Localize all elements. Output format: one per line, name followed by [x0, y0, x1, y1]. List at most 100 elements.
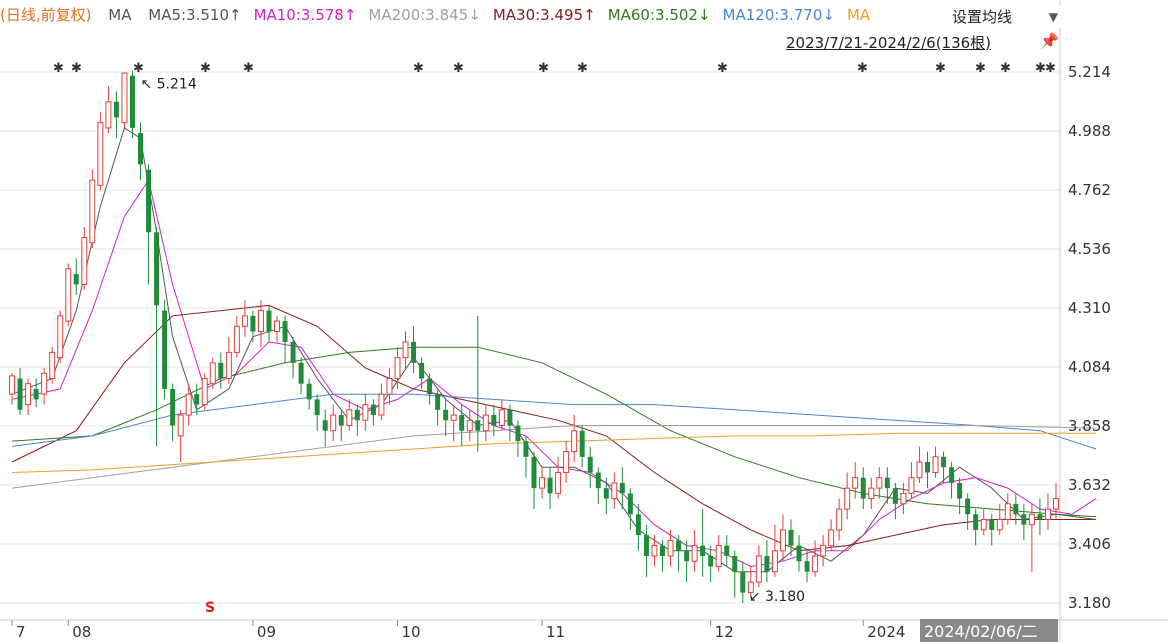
period-label: (日线,前复权): [0, 6, 92, 24]
candle-body: [844, 487, 851, 510]
candle: [996, 503, 1003, 536]
ma-line-ma10: [11, 178, 1097, 568]
candle: [579, 425, 585, 468]
candle: [844, 472, 851, 520]
candle-body: [1052, 498, 1059, 510]
candle-body: [812, 555, 819, 573]
candle: [595, 467, 601, 504]
candles: [9, 70, 1059, 603]
candle-body: [194, 394, 200, 405]
candle: [314, 394, 320, 431]
candle: [779, 514, 786, 562]
candle: [523, 435, 529, 478]
candle-body: [81, 237, 88, 286]
candle-body: [1028, 513, 1035, 526]
candle: [257, 300, 264, 348]
candle: [49, 347, 56, 384]
x-tick-label: 2024: [867, 623, 905, 641]
low-annotation: ↙ 3.180: [749, 589, 805, 605]
candle-body: [322, 420, 328, 431]
candle-body: [531, 456, 537, 489]
candle: [427, 373, 433, 405]
x-tick-label: 11: [546, 623, 565, 641]
candle: [322, 409, 328, 447]
candle-body: [764, 556, 770, 572]
candle: [667, 529, 674, 567]
candle-body: [708, 556, 714, 567]
candle: [89, 169, 96, 248]
candle: [129, 70, 135, 139]
candle: [755, 545, 762, 588]
event-marker-icon: ✱: [413, 61, 424, 76]
candle-body: [378, 393, 385, 416]
candle: [1037, 498, 1043, 536]
candle-body: [57, 315, 64, 359]
event-marker-icon: ✱: [857, 61, 868, 76]
candle-body: [49, 351, 56, 379]
candle: [218, 352, 224, 389]
candle-body: [250, 315, 256, 332]
candle-body: [1004, 503, 1011, 520]
candle-body: [17, 378, 23, 410]
candle-body: [715, 545, 722, 567]
candle-body: [868, 487, 875, 500]
candle-body: [362, 404, 369, 421]
candle-body: [33, 388, 39, 400]
candle: [619, 467, 625, 510]
candle-body: [346, 409, 353, 426]
candle-body: [491, 415, 497, 426]
candle-body: [820, 545, 827, 557]
candle: [419, 357, 425, 389]
candle-body: [459, 415, 465, 431]
candle: [298, 357, 304, 395]
candle-body: [154, 232, 160, 306]
candle-body: [684, 550, 690, 562]
candle-body: [170, 388, 176, 426]
candle: [547, 467, 553, 510]
candle: [435, 388, 441, 426]
candle-body: [996, 518, 1003, 531]
candle: [539, 467, 546, 499]
candle-body: [443, 409, 449, 421]
candle-body: [908, 477, 915, 494]
candle-body: [129, 75, 135, 128]
candle-body: [427, 378, 433, 395]
candle: [740, 561, 746, 603]
candle: [771, 524, 778, 577]
candle-body: [73, 274, 79, 285]
event-marker-icon: ✱: [453, 61, 464, 76]
candle-body: [691, 545, 698, 562]
candle-body: [9, 375, 16, 395]
candle: [57, 310, 64, 363]
candle-body: [900, 492, 907, 505]
candle-body: [611, 482, 618, 500]
ma-settings-dropdown[interactable]: 设置均线 ▼: [952, 6, 1062, 28]
legend-item: MA5:3.510↑: [148, 6, 242, 24]
candle: [531, 451, 537, 510]
date-range: 2023/7/21-2024/2/6(136根): [786, 34, 992, 52]
candle-body: [965, 498, 971, 515]
candle: [651, 535, 658, 567]
candle-body: [973, 514, 979, 530]
candle-body: [162, 310, 168, 389]
candle-body: [941, 456, 947, 468]
candle-body: [804, 561, 810, 572]
candle-body: [402, 341, 409, 359]
candle: [603, 477, 609, 515]
candle-body: [949, 467, 955, 483]
candle-body: [980, 518, 987, 531]
pin-icon[interactable]: 📌: [1040, 32, 1059, 50]
x-tick-label: 08: [72, 623, 91, 641]
candle: [274, 315, 281, 342]
candle-body: [330, 414, 337, 432]
candle: [691, 529, 698, 572]
candle: [507, 404, 513, 442]
y-tick-label: 4.310: [1068, 299, 1111, 317]
candle: [684, 540, 690, 583]
candle-body: [587, 456, 593, 473]
candle-body: [876, 477, 883, 489]
candle: [177, 409, 184, 463]
candle: [1028, 503, 1035, 572]
candle: [241, 300, 248, 337]
x-axis: 7 08 09 10 11 12 2024: [11, 620, 905, 641]
